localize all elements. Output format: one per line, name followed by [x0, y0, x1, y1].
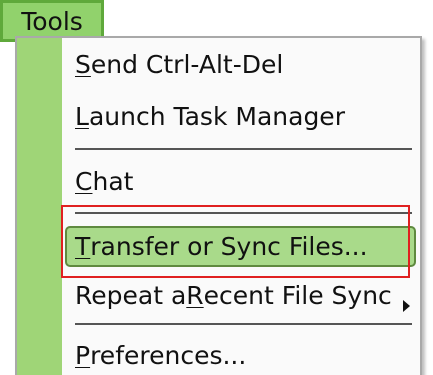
- menu-item-label-prefix: Repeat a: [75, 280, 187, 310]
- menu-item-label: aunch Task Manager: [88, 101, 345, 131]
- menu-item-send-ctrl-alt-del[interactable]: Send Ctrl-Alt-Del: [75, 46, 283, 82]
- menu-icon-gutter: [17, 38, 62, 375]
- menu-item-repeat-recent-file-sync[interactable]: Repeat a Recent File Sync: [75, 277, 392, 313]
- menu-separator: [75, 323, 412, 325]
- mnemonic-letter: C: [75, 166, 93, 196]
- menu-item-chat[interactable]: Chat: [75, 163, 133, 199]
- mnemonic-letter: L: [75, 101, 89, 131]
- mnemonic-letter: S: [75, 49, 91, 79]
- menu-item-label: ecent File Sync: [203, 280, 392, 310]
- menu-separator: [75, 148, 412, 150]
- submenu-arrow-icon: [403, 300, 410, 312]
- screen: Tools Send Ctrl-Alt-Del Launch Task Mana…: [0, 0, 433, 375]
- menu-item-label: references...: [90, 340, 247, 370]
- menu-item-preferences[interactable]: Preferences...: [75, 337, 246, 373]
- annotation-highlight-box: [61, 205, 410, 278]
- menu-item-label: hat: [92, 166, 134, 196]
- mnemonic-letter: P: [75, 340, 91, 370]
- mnemonic-letter: R: [186, 280, 204, 310]
- menu-item-label: end Ctrl-Alt-Del: [90, 49, 284, 79]
- menu-item-launch-task-manager[interactable]: Launch Task Manager: [75, 98, 345, 134]
- tools-menu-label: Tools: [21, 6, 83, 36]
